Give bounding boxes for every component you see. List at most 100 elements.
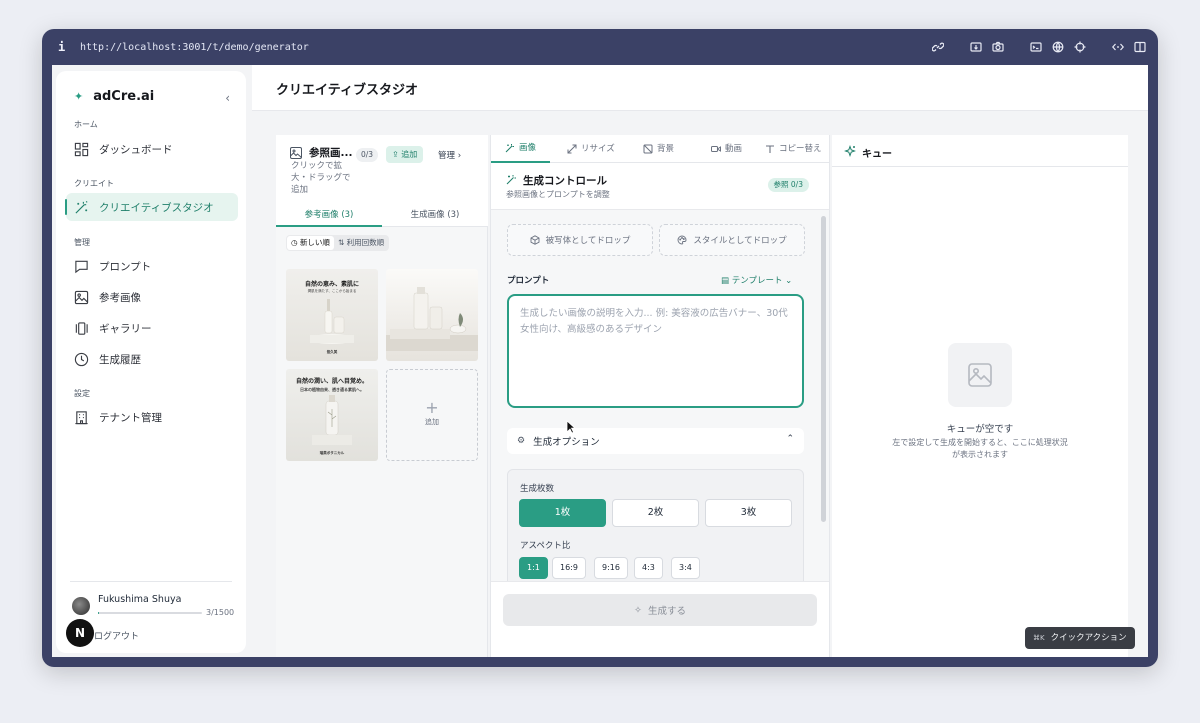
sidebar-item-reference-images[interactable]: 参考画像 bbox=[66, 283, 238, 311]
drop-as-subject-zone[interactable]: 被写体としてドロップ bbox=[507, 224, 653, 256]
sort-usage-label: 利用回数順 bbox=[346, 238, 385, 247]
sort-newest-button[interactable]: ◷ 新しい順 bbox=[287, 236, 334, 250]
sidebar-item-tenant[interactable]: テナント管理 bbox=[66, 403, 238, 431]
sidebar-item-gallery[interactable]: ギャラリー bbox=[66, 314, 238, 342]
sidebar-item-label: プロンプト bbox=[99, 260, 152, 273]
crosshair-icon[interactable] bbox=[1074, 41, 1086, 53]
terminal-icon[interactable] bbox=[1030, 41, 1042, 53]
generation-options-toggle[interactable]: ⚙ 生成オプション ⌃ bbox=[507, 428, 804, 454]
reference-header: 参照画... クリックで拡大・ドラッグで追加 0/3 ⇪ 追加 管理 › bbox=[276, 135, 488, 203]
tab-reference-images[interactable]: 参考画像 (3) bbox=[276, 203, 382, 227]
scrollbar-thumb[interactable] bbox=[821, 216, 826, 522]
generator-scroll-area: 被写体としてドロップ スタイルとしてドロップ プロンプト ▤ テンプレート ⌄ … bbox=[491, 209, 829, 581]
sort-usage-button[interactable]: ⇅ 利用回数順 bbox=[334, 236, 388, 250]
generator-panel: 画像 リサイズ 背景 動画 コピー替え 生成コントロール 参照画像とプロンプトを… bbox=[490, 135, 830, 657]
generation-options-body: 生成枚数 1枚 2枚 3枚 アスペクト比 1:1 16:9 9:16 4:3 3… bbox=[507, 469, 804, 581]
image-icon bbox=[290, 147, 302, 159]
brand-name: adCre.ai bbox=[93, 89, 155, 104]
n-badge[interactable]: N bbox=[66, 619, 94, 647]
camera-icon[interactable] bbox=[992, 41, 1004, 53]
url-text[interactable]: http://localhost:3001/t/demo/generator bbox=[80, 42, 932, 53]
magic-wand-icon bbox=[506, 175, 516, 185]
generate-button[interactable]: ✧ 生成する bbox=[503, 594, 817, 626]
aspect-label: アスペクト比 bbox=[520, 541, 571, 551]
plus-icon: + bbox=[425, 398, 439, 417]
code-icon[interactable] bbox=[1112, 41, 1124, 53]
thumb-brand: 悠久美 bbox=[326, 350, 338, 354]
section-label-home: ホーム bbox=[74, 120, 98, 129]
download-icon[interactable] bbox=[970, 41, 982, 53]
section-label-create: クリエイト bbox=[74, 179, 114, 188]
sidebar: ✦ adCre.ai ‹ ホーム ダッシュボード クリエイト クリエイティブスタ… bbox=[56, 71, 246, 653]
reference-thumbnail[interactable]: 自然の恵み、素肌に 潤肌を満たす、ここから始まる 悠久美 bbox=[286, 269, 378, 361]
clock-icon bbox=[74, 352, 89, 366]
usage-bar bbox=[98, 612, 202, 614]
add-reference-tile[interactable]: + 追加 bbox=[386, 369, 478, 461]
sidebar-item-history[interactable]: 生成履歴 bbox=[66, 345, 238, 373]
tab-background[interactable]: 背景 bbox=[643, 135, 674, 163]
sidebar-item-label: 生成履歴 bbox=[99, 353, 141, 366]
count-1-button[interactable]: 1枚 bbox=[519, 499, 606, 527]
tab-label: 背景 bbox=[657, 144, 675, 154]
sidebar-item-label: クリエイティブスタジオ bbox=[99, 201, 214, 214]
thumb-brand: 瑞美ボタニカル bbox=[319, 451, 345, 455]
chevron-up-icon: ⌃ bbox=[786, 434, 794, 444]
magic-wand-icon bbox=[505, 144, 514, 153]
section-label-manage: 管理 bbox=[74, 238, 90, 247]
gallery-icon bbox=[75, 321, 88, 335]
drop-as-style-zone[interactable]: スタイルとしてドロップ bbox=[659, 224, 805, 256]
reference-tabs: 参考画像 (3) 生成画像 (3) bbox=[276, 203, 488, 227]
quick-action-button[interactable]: ⌘K クイックアクション bbox=[1025, 627, 1135, 649]
aspect-4-3-button[interactable]: 4:3 bbox=[634, 557, 663, 579]
info-icon[interactable]: i bbox=[58, 40, 76, 54]
reference-title: 参照画... bbox=[309, 147, 353, 159]
bottle-product-image bbox=[310, 299, 354, 344]
aspect-9-16-button[interactable]: 9:16 bbox=[594, 557, 628, 579]
browser-window: i http://localhost:3001/t/demo/generator… bbox=[42, 29, 1158, 667]
mouse-cursor-icon bbox=[566, 420, 576, 434]
count-2-button[interactable]: 2枚 bbox=[612, 499, 699, 527]
document-icon: ▤ bbox=[721, 276, 732, 286]
tab-video[interactable]: 動画 bbox=[711, 135, 742, 163]
count-3-button[interactable]: 3枚 bbox=[705, 499, 792, 527]
link-icon[interactable] bbox=[932, 41, 944, 53]
add-reference-label: 追加 bbox=[401, 150, 418, 159]
tab-label: 画像 bbox=[519, 143, 537, 153]
sidebar-toggle-icon[interactable] bbox=[1134, 41, 1146, 53]
sidebar-divider bbox=[70, 581, 232, 582]
tab-resize[interactable]: リサイズ bbox=[567, 135, 615, 163]
avatar bbox=[72, 597, 90, 615]
tab-copy-replace[interactable]: コピー替え bbox=[765, 135, 822, 163]
template-dropdown[interactable]: ▤ テンプレート ⌄ bbox=[721, 274, 792, 286]
aspect-3-4-button[interactable]: 3:4 bbox=[671, 557, 700, 579]
drop-subject-label: 被写体としてドロップ bbox=[545, 236, 631, 246]
tab-image[interactable]: 画像 bbox=[491, 135, 551, 163]
manage-references-link[interactable]: 管理 › bbox=[438, 149, 461, 161]
globe-icon[interactable] bbox=[1052, 41, 1064, 53]
quick-action-label: クイックアクション bbox=[1050, 633, 1127, 643]
collapse-sidebar-button[interactable]: ‹ bbox=[225, 91, 230, 105]
prompt-input[interactable] bbox=[507, 294, 804, 408]
sidebar-item-dashboard[interactable]: ダッシュボード bbox=[66, 135, 238, 163]
sparkles-icon bbox=[844, 145, 856, 157]
logout-button[interactable]: ログアウト bbox=[94, 629, 139, 642]
aspect-1-1-button[interactable]: 1:1 bbox=[519, 557, 548, 579]
sidebar-item-prompts[interactable]: プロンプト bbox=[66, 252, 238, 280]
user-name: Fukushima Shuya bbox=[98, 594, 182, 605]
add-reference-button[interactable]: ⇪ 追加 bbox=[386, 146, 424, 163]
text-icon bbox=[766, 145, 774, 153]
generator-tabs: 画像 リサイズ 背景 動画 コピー替え bbox=[491, 135, 829, 163]
sidebar-item-label: テナント管理 bbox=[99, 411, 162, 424]
aspect-16-9-button[interactable]: 16:9 bbox=[552, 557, 586, 579]
queue-empty-title: キューが空です bbox=[946, 424, 1014, 435]
tab-generated-images[interactable]: 生成画像 (3) bbox=[382, 203, 488, 227]
video-icon bbox=[711, 146, 721, 152]
sidebar-item-creative-studio[interactable]: クリエイティブスタジオ bbox=[65, 193, 238, 221]
queue-empty-subtitle: 左で設定して生成を開始すると、ここに処理状況が表示されます bbox=[892, 438, 1068, 459]
brand[interactable]: ✦ adCre.ai bbox=[74, 89, 154, 104]
thumb-headline: 自然の潤い、肌へ目覚め。 bbox=[295, 378, 368, 385]
building-icon bbox=[75, 410, 88, 424]
reference-thumbnail[interactable] bbox=[386, 269, 478, 361]
sidebar-item-label: ギャラリー bbox=[99, 322, 152, 335]
reference-thumbnail[interactable]: 自然の潤い、肌へ目覚め。 日本の植物由来、透き通る素肌へ。 瑞美ボタニカル bbox=[286, 369, 378, 461]
